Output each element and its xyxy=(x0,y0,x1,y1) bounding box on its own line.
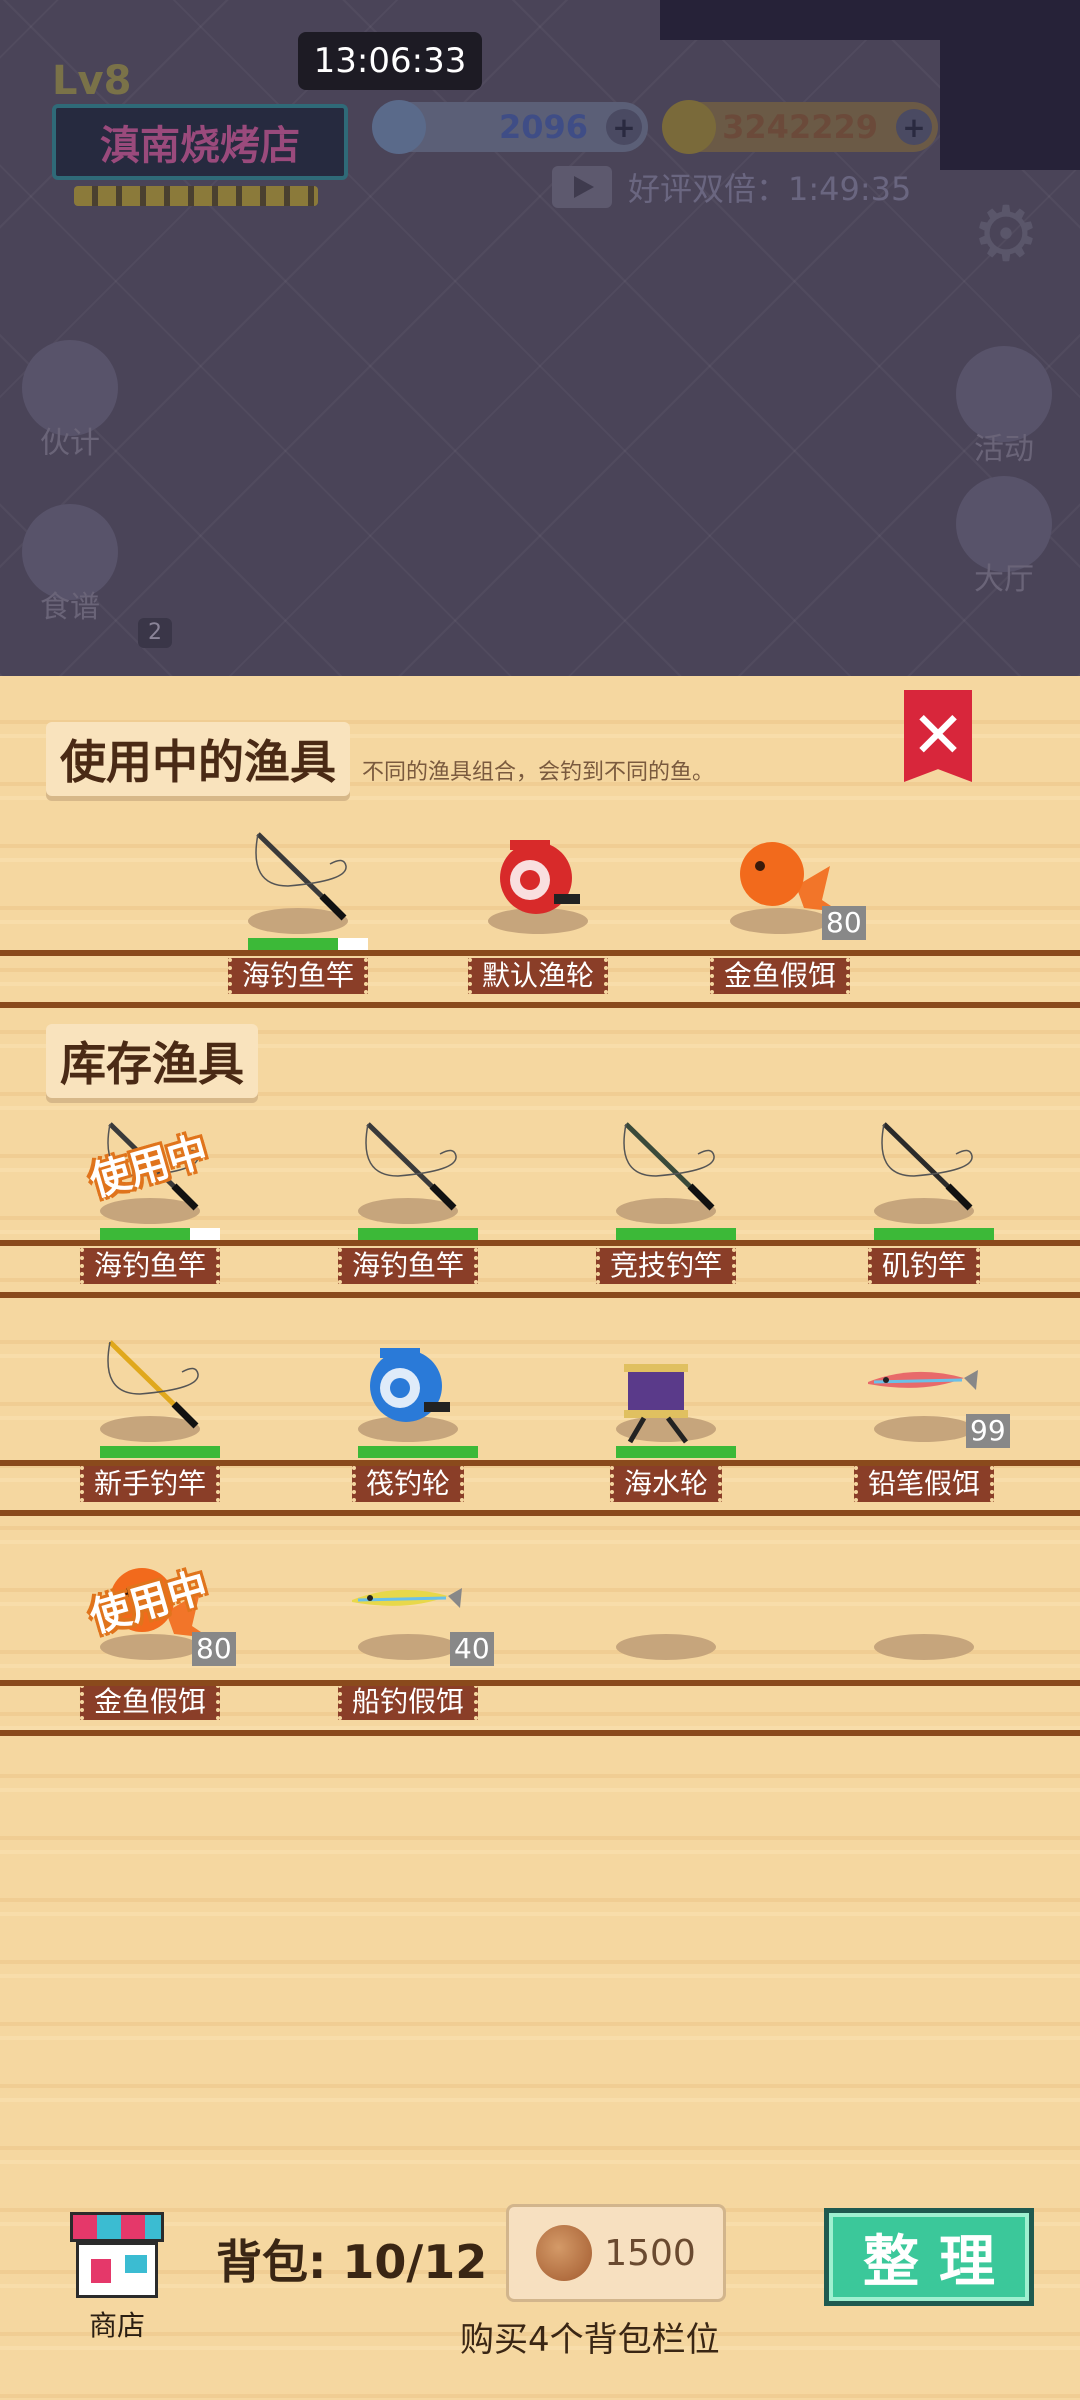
background-building xyxy=(940,40,1080,170)
durability-fill xyxy=(358,1228,478,1240)
durability-bar xyxy=(358,1446,478,1458)
durability-bar xyxy=(616,1228,736,1240)
gear-name-label: 海钓鱼竿 xyxy=(227,958,369,994)
video-play-icon xyxy=(552,166,612,208)
spool-icon xyxy=(624,1364,688,1444)
durability-bar xyxy=(100,1228,220,1240)
staff-label: 伙计 xyxy=(40,426,100,461)
gear-name-label: 海钓鱼竿 xyxy=(79,1248,221,1284)
shop-name-sign[interactable]: 滇南烧烤店 xyxy=(52,104,348,180)
item-count: 80 xyxy=(192,1632,236,1666)
gold-coin-icon xyxy=(662,100,716,154)
notification-badge: 2 xyxy=(138,618,172,648)
rod-icon xyxy=(881,1122,973,1211)
durability-fill xyxy=(358,1446,478,1458)
rod-icon xyxy=(255,832,347,921)
durability-fill xyxy=(616,1446,736,1458)
add-diamond-icon[interactable]: + xyxy=(606,109,642,145)
gear-name-label: 矶钓竿 xyxy=(867,1248,981,1284)
gear-name-label: 金鱼假饵 xyxy=(79,1684,221,1720)
copper-coin-icon xyxy=(536,2225,593,2281)
shelf-divider xyxy=(0,1730,1080,1736)
close-button[interactable]: ✕ xyxy=(904,690,972,782)
gear-name-label: 海钓鱼竿 xyxy=(337,1248,479,1284)
inventory-title: 库存渔具 xyxy=(46,1024,258,1098)
rod-icon xyxy=(623,1122,715,1211)
clock: 13:06:33 xyxy=(298,32,482,90)
reel-icon xyxy=(370,1348,450,1422)
buy-price: 1500 xyxy=(604,2232,696,2274)
reel-icon xyxy=(500,840,580,914)
diamond-icon xyxy=(372,100,426,154)
gear-name-label: 默认渔轮 xyxy=(467,958,609,994)
recipe-label: 食谱 xyxy=(40,590,100,625)
durability-fill xyxy=(100,1228,190,1240)
add-gold-icon[interactable]: + xyxy=(896,109,932,145)
background-building xyxy=(660,0,1080,40)
hall-label: 大厅 xyxy=(974,562,1034,597)
bag-capacity: 背包: 10/12 xyxy=(216,2235,488,2289)
durability-bar xyxy=(100,1446,220,1458)
activity-label: 活动 xyxy=(974,432,1034,467)
gear-name-label: 船钓假饵 xyxy=(337,1684,479,1720)
buy-bag-slots-button[interactable]: 1500 xyxy=(506,2204,726,2302)
shelf-divider xyxy=(0,950,1080,956)
buy-bag-hint: 购买4个背包栏位 xyxy=(460,2320,720,2360)
store-icon xyxy=(76,2242,158,2298)
rod-icon xyxy=(107,1340,199,1429)
rod-icon xyxy=(365,1122,457,1211)
shelf-divider xyxy=(0,1292,1080,1298)
diamond-counter[interactable]: 2096 + xyxy=(372,100,648,154)
slot-shadow xyxy=(616,1634,716,1660)
durability-bar xyxy=(616,1446,736,1458)
durability-fill xyxy=(874,1228,994,1240)
player-level: Lv8 xyxy=(52,58,132,104)
bonus-text: 好评双倍：1:49:35 xyxy=(628,170,912,208)
durability-bar xyxy=(248,938,368,950)
store-button[interactable]: 商店 xyxy=(62,2212,172,2342)
equipped-gear-title: 使用中的渔具 xyxy=(46,722,350,796)
gear-name-label: 海水轮 xyxy=(609,1466,723,1502)
store-awning-icon xyxy=(70,2212,164,2242)
gold-amount: 3242229 xyxy=(722,108,878,146)
gear-name-label: 铅笔假饵 xyxy=(853,1466,995,1502)
durability-fill xyxy=(100,1446,220,1458)
equipped-gear-hint: 不同的渔具组合，会钓到不同的鱼。 xyxy=(362,760,715,785)
gear-name-label: 金鱼假饵 xyxy=(709,958,851,994)
durability-bar xyxy=(358,1228,478,1240)
durability-fill xyxy=(616,1228,736,1240)
item-count: 40 xyxy=(450,1632,494,1666)
durability-bar xyxy=(874,1228,994,1240)
store-label: 商店 xyxy=(88,2309,145,2342)
tidy-button[interactable]: 整理 xyxy=(824,2208,1034,2306)
shelf-divider xyxy=(0,1240,1080,1246)
gear-name-label: 新手钓竿 xyxy=(79,1466,221,1502)
hall-button[interactable]: 大厅 xyxy=(944,476,1064,598)
gear-name-label: 竞技钓竿 xyxy=(595,1248,737,1284)
diamond-amount: 2096 xyxy=(498,108,588,146)
shop-rating-bar xyxy=(74,186,318,206)
shelf-divider xyxy=(0,1002,1080,1008)
item-count: 99 xyxy=(966,1414,1010,1448)
activity-button[interactable]: 活动 xyxy=(944,346,1064,468)
gear-name-label: 筏钓轮 xyxy=(351,1466,465,1502)
recipe-button[interactable]: 食谱 xyxy=(10,504,130,626)
shelf-divider xyxy=(0,1460,1080,1466)
durability-fill xyxy=(248,938,338,950)
item-count: 80 xyxy=(822,906,866,940)
double-rating-bonus[interactable]: 好评双倍：1:49:35 xyxy=(552,164,911,210)
staff-button[interactable]: 伙计 xyxy=(10,340,130,462)
gear-icon[interactable]: ⚙ xyxy=(968,196,1044,272)
slot-shadow xyxy=(874,1634,974,1660)
shelf-divider xyxy=(0,1510,1080,1516)
gold-counter[interactable]: 3242229 + xyxy=(662,100,938,154)
shelf-divider xyxy=(0,1680,1080,1686)
